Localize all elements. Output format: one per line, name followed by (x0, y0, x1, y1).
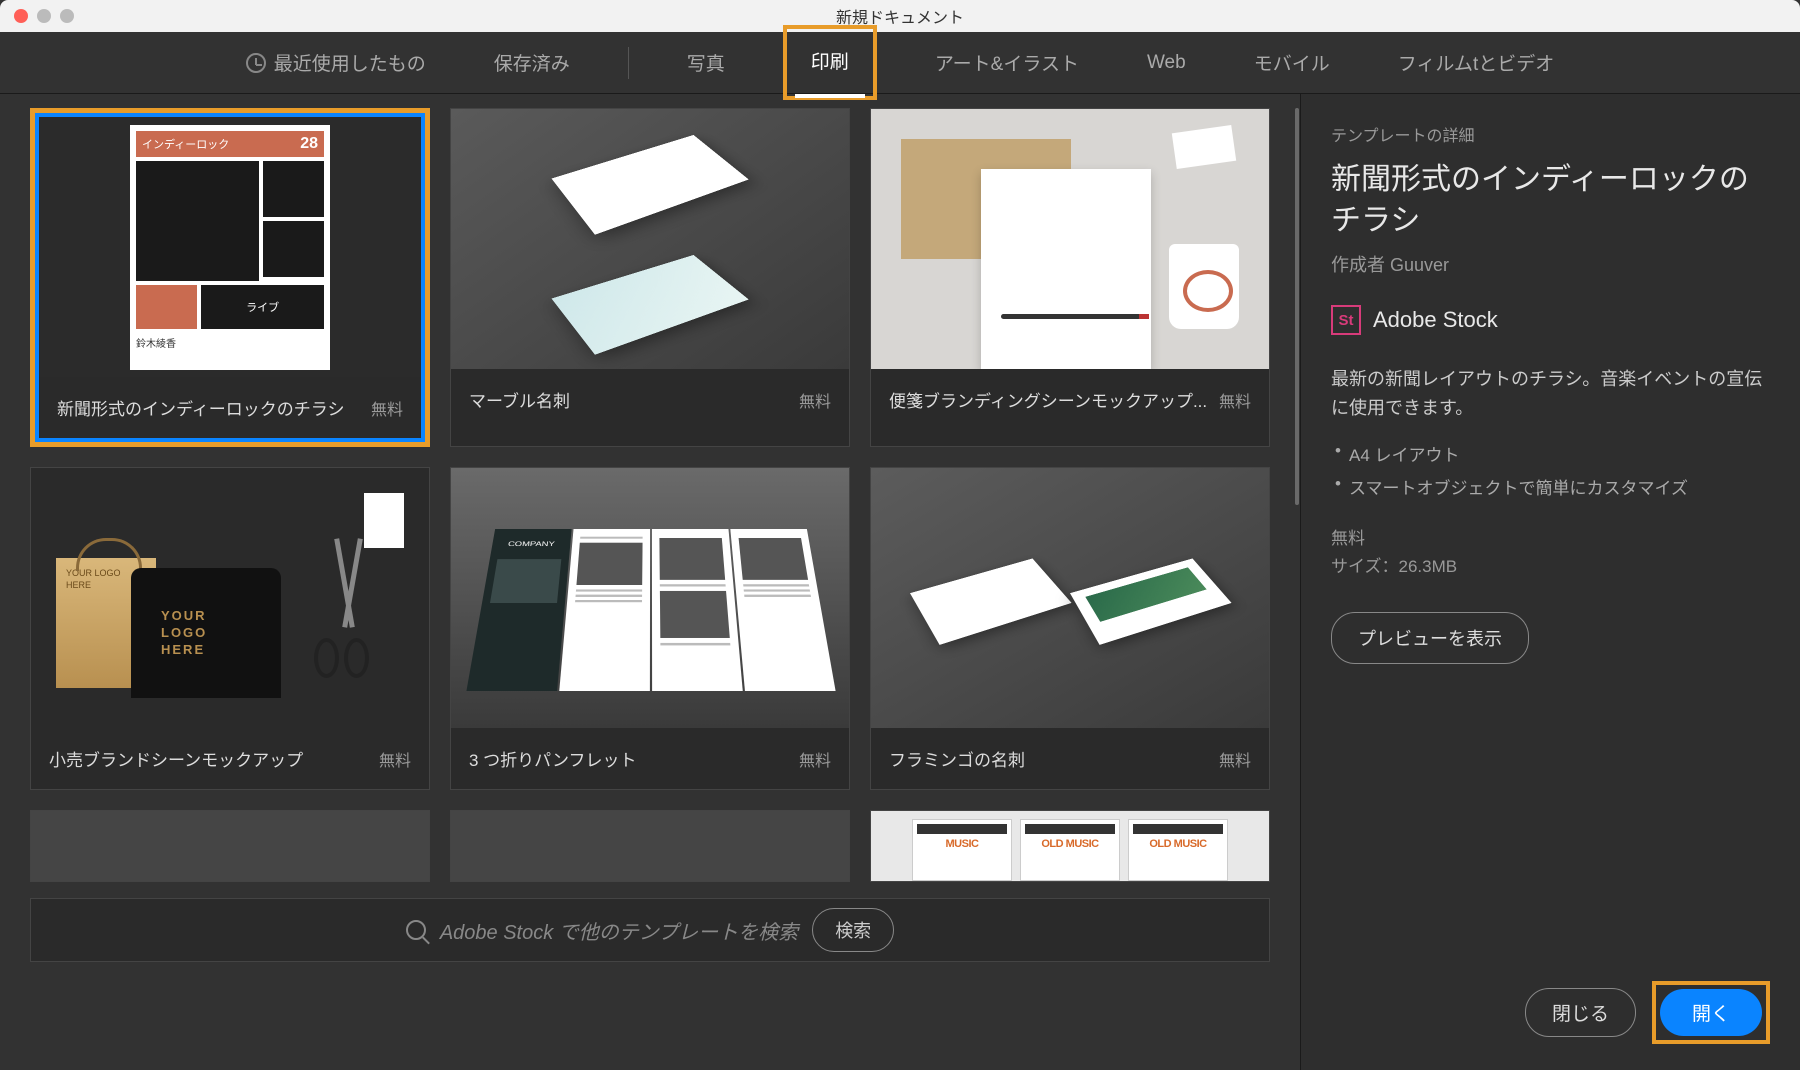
company-text: COMPANY (498, 534, 564, 555)
tab-art[interactable]: アート&イラスト (925, 35, 1089, 90)
template-title: 小売ブランドシーンモックアップ (49, 746, 303, 771)
details-features: A4 レイアウト スマートオブジェクトで簡単にカスタマイズ (1331, 437, 1770, 503)
main: インディーロック 28 ライブ 鈴木綾香 新聞形式のインディーロックのチラシ 無料 (0, 94, 1800, 1070)
template-thumbnail: MUSIC OLD MUSIC OLD MUSIC (871, 811, 1269, 881)
template-title: マーブル名刺 (469, 387, 570, 412)
tab-saved[interactable]: 保存済み (484, 35, 580, 90)
adobe-stock-search[interactable]: Adobe Stock で他のテンプレートを検索 検索 (30, 898, 1270, 962)
titlebar: 新規ドキュメント (0, 0, 1800, 32)
feature-item: A4 レイアウト (1331, 437, 1770, 470)
adobe-stock-label: Adobe Stock (1373, 307, 1498, 333)
template-price: 無料 (379, 747, 411, 771)
tab-web[interactable]: Web (1137, 38, 1196, 88)
template-thumbnail (451, 811, 849, 881)
close-window-icon[interactable] (14, 9, 28, 23)
flyer-live: ライブ (201, 285, 324, 329)
template-card[interactable]: インディーロック 28 ライブ 鈴木綾香 新聞形式のインディーロックのチラシ 無料 (30, 108, 430, 447)
tab-label: 最近使用したもの (274, 49, 426, 76)
search-placeholder: Adobe Stock で他のテンプレートを検索 (440, 916, 798, 945)
template-thumbnail: インディーロック 28 ライブ 鈴木綾香 (39, 117, 421, 377)
template-price: 無料 (799, 388, 831, 412)
details-description: 最新の新聞レイアウトのチラシ。音楽イベントの宣伝に使用できます。 (1331, 365, 1770, 423)
details-size: サイズ：26.3MB (1331, 553, 1770, 582)
template-title: フラミンゴの名刺 (889, 746, 1025, 771)
template-title: 新聞形式のインディーロックのチラシ (57, 395, 344, 420)
template-price: 無料 (1219, 388, 1251, 412)
flyer-header: インディーロック (142, 136, 229, 152)
details-author: 作成者 Guuver (1331, 251, 1770, 277)
divider (628, 47, 629, 79)
template-price: 無料 (371, 396, 403, 420)
template-grid-area: インディーロック 28 ライブ 鈴木綾香 新聞形式のインディーロックのチラシ 無料 (0, 94, 1300, 1070)
flyer-num: 28 (300, 135, 318, 153)
template-card[interactable] (450, 810, 850, 882)
poster-text: MUSIC (917, 838, 1007, 850)
clock-icon (246, 53, 266, 73)
scrollbar[interactable] (1295, 108, 1299, 990)
traffic-lights (0, 9, 74, 23)
template-thumbnail (31, 811, 429, 881)
flyer-name: 鈴木綾香 (136, 335, 324, 350)
maximize-window-icon (60, 9, 74, 23)
logo-text: YOUR LOGO HERE (131, 568, 281, 659)
template-card[interactable]: 便箋ブランディングシーンモックアップ... 無料 (870, 108, 1270, 447)
template-thumbnail (871, 468, 1269, 728)
template-title: 3 つ折りパンフレット (469, 746, 637, 771)
details-price: 無料 (1331, 525, 1770, 554)
poster-text: OLD MUSIC (1025, 838, 1115, 850)
search-button[interactable]: 検索 (812, 908, 894, 952)
template-card[interactable] (30, 810, 430, 882)
template-card[interactable]: フラミンゴの名刺 無料 (870, 467, 1270, 790)
feature-item: スマートオブジェクトで簡単にカスタマイズ (1331, 470, 1770, 503)
template-card[interactable]: MUSIC OLD MUSIC OLD MUSIC (870, 810, 1270, 882)
tab-recent[interactable]: 最近使用したもの (236, 35, 436, 90)
tab-print[interactable]: 印刷 (783, 25, 877, 100)
close-button[interactable]: 閉じる (1525, 988, 1636, 1037)
template-thumbnail: YOUR LOGO HERE YOUR LOGO HERE (31, 468, 429, 728)
tab-film[interactable]: フィルムtとビデオ (1388, 35, 1565, 90)
details-header: テンプレートの詳細 (1331, 122, 1770, 146)
template-grid-row3: MUSIC OLD MUSIC OLD MUSIC (30, 810, 1270, 882)
template-card[interactable]: マーブル名刺 無料 (450, 108, 850, 447)
template-thumbnail (451, 109, 849, 369)
dialog-buttons: 閉じる 開く (1525, 981, 1770, 1044)
template-grid: インディーロック 28 ライブ 鈴木綾香 新聞形式のインディーロックのチラシ 無料 (30, 108, 1270, 790)
adobe-stock-icon: St (1331, 305, 1361, 335)
template-price: 無料 (799, 747, 831, 771)
template-thumbnail (871, 109, 1269, 369)
tab-photo[interactable]: 写真 (677, 35, 735, 90)
search-icon (406, 920, 426, 940)
category-tabs: 最近使用したもの 保存済み 写真 印刷 アート&イラスト Web モバイル フィ… (0, 32, 1800, 94)
template-price: 無料 (1219, 747, 1251, 771)
minimize-window-icon (37, 9, 51, 23)
poster-text: OLD MUSIC (1133, 838, 1223, 850)
open-button[interactable]: 開く (1660, 989, 1762, 1036)
adobe-stock-link[interactable]: St Adobe Stock (1331, 305, 1770, 335)
template-thumbnail: COMPANY (451, 468, 849, 728)
details-title: 新聞形式のインディーロックのチラシ (1331, 160, 1770, 241)
preview-button[interactable]: プレビューを表示 (1331, 612, 1529, 664)
tab-mobile[interactable]: モバイル (1244, 35, 1340, 90)
details-meta: 無料 サイズ：26.3MB (1331, 525, 1770, 583)
template-title: 便箋ブランディングシーンモックアップ... (889, 387, 1207, 412)
template-card[interactable]: YOUR LOGO HERE YOUR LOGO HERE 小売ブランドシーンモ… (30, 467, 430, 790)
template-details-sidebar: テンプレートの詳細 新聞形式のインディーロックのチラシ 作成者 Guuver S… (1300, 94, 1800, 1070)
open-button-highlight: 開く (1652, 981, 1770, 1044)
template-card[interactable]: COMPANY 3 つ折りパンフレット 無料 (450, 467, 850, 790)
